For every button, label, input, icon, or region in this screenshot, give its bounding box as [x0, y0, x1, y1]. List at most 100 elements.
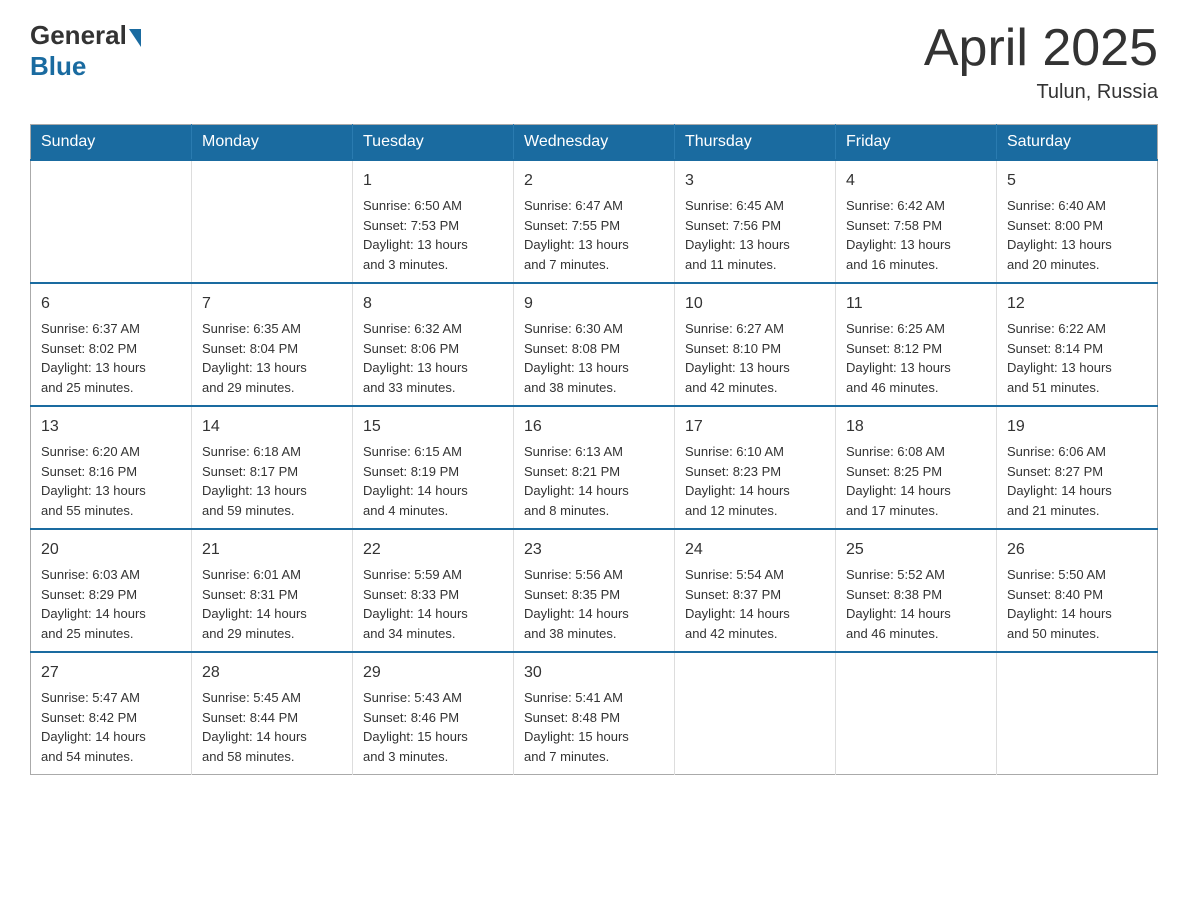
day-number: 15 — [363, 415, 503, 439]
day-number: 14 — [202, 415, 342, 439]
day-info: Sunrise: 6:50 AM Sunset: 7:53 PM Dayligh… — [363, 196, 503, 274]
day-number: 2 — [524, 169, 664, 193]
weekday-header-sunday: Sunday — [31, 125, 192, 161]
day-number: 7 — [202, 292, 342, 316]
calendar-cell: 29 Sunrise: 5:43 AM Sunset: 8:46 PM Dayli… — [353, 652, 514, 775]
calendar-cell: 25Sunrise: 5:52 AM Sunset: 8:38 PM Dayli… — [836, 529, 997, 652]
day-number: 12 — [1007, 292, 1147, 316]
day-info: Sunrise: 6:01 AM Sunset: 8:31 PM Dayligh… — [202, 565, 342, 643]
day-number: 5 — [1007, 169, 1147, 193]
calendar-cell: 20Sunrise: 6:03 AM Sunset: 8:29 PM Dayli… — [31, 529, 192, 652]
day-info: Sunrise: 6:32 AM Sunset: 8:06 PM Dayligh… — [363, 319, 503, 397]
weekday-header-row: SundayMondayTuesdayWednesdayThursdayFrid… — [31, 125, 1158, 161]
calendar-cell: 19Sunrise: 6:06 AM Sunset: 8:27 PM Dayli… — [997, 406, 1158, 529]
day-info: Sunrise: 5:45 AM Sunset: 8:44 PM Dayligh… — [202, 688, 342, 766]
calendar-cell — [675, 652, 836, 775]
day-number: 16 — [524, 415, 664, 439]
day-info: Sunrise: 6:15 AM Sunset: 8:19 PM Dayligh… — [363, 442, 503, 520]
weekday-header-tuesday: Tuesday — [353, 125, 514, 161]
day-number: 29 — [363, 661, 503, 685]
day-info: Sunrise: 6:13 AM Sunset: 8:21 PM Dayligh… — [524, 442, 664, 520]
calendar-cell: 24 Sunrise: 5:54 AM Sunset: 8:37 PM Dayli… — [675, 529, 836, 652]
calendar-cell: 28Sunrise: 5:45 AM Sunset: 8:44 PM Dayli… — [192, 652, 353, 775]
day-number: 1 — [363, 169, 503, 193]
calendar-cell — [31, 160, 192, 283]
day-info: Sunrise: 5:56 AM Sunset: 8:35 PM Dayligh… — [524, 565, 664, 643]
calendar-cell: 11 Sunrise: 6:25 AM Sunset: 8:12 PM Dayli… — [836, 283, 997, 406]
day-number: 6 — [41, 292, 181, 316]
day-info: Sunrise: 5:43 AM Sunset: 8:46 PM Dayligh… — [363, 688, 503, 766]
day-info: Sunrise: 5:50 AM Sunset: 8:40 PM Dayligh… — [1007, 565, 1147, 643]
calendar-cell: 15 Sunrise: 6:15 AM Sunset: 8:19 PM Dayli… — [353, 406, 514, 529]
calendar-cell: 23 Sunrise: 5:56 AM Sunset: 8:35 PM Dayli… — [514, 529, 675, 652]
day-info: Sunrise: 6:25 AM Sunset: 8:12 PM Dayligh… — [846, 319, 986, 397]
calendar-cell: 7 Sunrise: 6:35 AM Sunset: 8:04 PM Daylig… — [192, 283, 353, 406]
day-info: Sunrise: 6:10 AM Sunset: 8:23 PM Dayligh… — [685, 442, 825, 520]
calendar-week-5: 27 Sunrise: 5:47 AM Sunset: 8:42 PM Dayli… — [31, 652, 1158, 775]
day-number: 13 — [41, 415, 181, 439]
month-title: April 2025 — [924, 20, 1158, 77]
day-number: 22 — [363, 538, 503, 562]
calendar-cell: 17 Sunrise: 6:10 AM Sunset: 8:23 PM Dayli… — [675, 406, 836, 529]
calendar-cell: 26 Sunrise: 5:50 AM Sunset: 8:40 PM Dayli… — [997, 529, 1158, 652]
day-info: Sunrise: 6:40 AM Sunset: 8:00 PM Dayligh… — [1007, 196, 1147, 274]
day-number: 10 — [685, 292, 825, 316]
day-info: Sunrise: 6:45 AM Sunset: 7:56 PM Dayligh… — [685, 196, 825, 274]
calendar-week-4: 20Sunrise: 6:03 AM Sunset: 8:29 PM Dayli… — [31, 529, 1158, 652]
day-info: Sunrise: 6:37 AM Sunset: 8:02 PM Dayligh… — [41, 319, 181, 397]
calendar-cell: 1 Sunrise: 6:50 AM Sunset: 7:53 PM Daylig… — [353, 160, 514, 283]
day-number: 17 — [685, 415, 825, 439]
weekday-header-thursday: Thursday — [675, 125, 836, 161]
day-number: 4 — [846, 169, 986, 193]
day-info: Sunrise: 6:47 AM Sunset: 7:55 PM Dayligh… — [524, 196, 664, 274]
day-info: Sunrise: 6:08 AM Sunset: 8:25 PM Dayligh… — [846, 442, 986, 520]
weekday-header-friday: Friday — [836, 125, 997, 161]
day-number: 26 — [1007, 538, 1147, 562]
calendar-cell: 30Sunrise: 5:41 AM Sunset: 8:48 PM Dayli… — [514, 652, 675, 775]
logo-triangle-icon — [129, 29, 141, 47]
day-info: Sunrise: 6:03 AM Sunset: 8:29 PM Dayligh… — [41, 565, 181, 643]
day-number: 23 — [524, 538, 664, 562]
day-info: Sunrise: 5:54 AM Sunset: 8:37 PM Dayligh… — [685, 565, 825, 643]
calendar-cell: 9Sunrise: 6:30 AM Sunset: 8:08 PM Daylig… — [514, 283, 675, 406]
day-info: Sunrise: 6:30 AM Sunset: 8:08 PM Dayligh… — [524, 319, 664, 397]
calendar-cell: 16 Sunrise: 6:13 AM Sunset: 8:21 PM Dayli… — [514, 406, 675, 529]
day-number: 24 — [685, 538, 825, 562]
logo: General Blue — [30, 20, 143, 82]
calendar-cell: 10 Sunrise: 6:27 AM Sunset: 8:10 PM Dayli… — [675, 283, 836, 406]
day-number: 27 — [41, 661, 181, 685]
day-number: 8 — [363, 292, 503, 316]
calendar-cell: 2 Sunrise: 6:47 AM Sunset: 7:55 PM Daylig… — [514, 160, 675, 283]
day-number: 30 — [524, 661, 664, 685]
day-info: Sunrise: 5:52 AM Sunset: 8:38 PM Dayligh… — [846, 565, 986, 643]
logo-general-text: General — [30, 20, 127, 51]
calendar-cell — [997, 652, 1158, 775]
day-number: 3 — [685, 169, 825, 193]
day-info: Sunrise: 6:27 AM Sunset: 8:10 PM Dayligh… — [685, 319, 825, 397]
calendar-cell — [836, 652, 997, 775]
calendar-cell — [192, 160, 353, 283]
day-info: Sunrise: 6:20 AM Sunset: 8:16 PM Dayligh… — [41, 442, 181, 520]
day-info: Sunrise: 6:18 AM Sunset: 8:17 PM Dayligh… — [202, 442, 342, 520]
calendar-week-3: 13 Sunrise: 6:20 AM Sunset: 8:16 PM Dayli… — [31, 406, 1158, 529]
calendar-cell: 22Sunrise: 5:59 AM Sunset: 8:33 PM Dayli… — [353, 529, 514, 652]
day-info: Sunrise: 6:06 AM Sunset: 8:27 PM Dayligh… — [1007, 442, 1147, 520]
calendar-cell: 18 Sunrise: 6:08 AM Sunset: 8:25 PM Dayli… — [836, 406, 997, 529]
day-info: Sunrise: 5:47 AM Sunset: 8:42 PM Dayligh… — [41, 688, 181, 766]
calendar-cell: 21Sunrise: 6:01 AM Sunset: 8:31 PM Dayli… — [192, 529, 353, 652]
calendar-table: SundayMondayTuesdayWednesdayThursdayFrid… — [30, 124, 1158, 775]
day-number: 18 — [846, 415, 986, 439]
day-info: Sunrise: 6:35 AM Sunset: 8:04 PM Dayligh… — [202, 319, 342, 397]
day-number: 11 — [846, 292, 986, 316]
calendar-cell: 6 Sunrise: 6:37 AM Sunset: 8:02 PM Daylig… — [31, 283, 192, 406]
weekday-header-monday: Monday — [192, 125, 353, 161]
calendar-cell: 13 Sunrise: 6:20 AM Sunset: 8:16 PM Dayli… — [31, 406, 192, 529]
location-label: Tulun, Russia — [924, 81, 1158, 104]
weekday-header-saturday: Saturday — [997, 125, 1158, 161]
day-info: Sunrise: 6:22 AM Sunset: 8:14 PM Dayligh… — [1007, 319, 1147, 397]
calendar-cell: 8 Sunrise: 6:32 AM Sunset: 8:06 PM Daylig… — [353, 283, 514, 406]
title-section: April 2025 Tulun, Russia — [924, 20, 1158, 104]
calendar-cell: 14 Sunrise: 6:18 AM Sunset: 8:17 PM Dayli… — [192, 406, 353, 529]
calendar-cell: 4Sunrise: 6:42 AM Sunset: 7:58 PM Daylig… — [836, 160, 997, 283]
logo-blue-text: Blue — [30, 51, 86, 81]
